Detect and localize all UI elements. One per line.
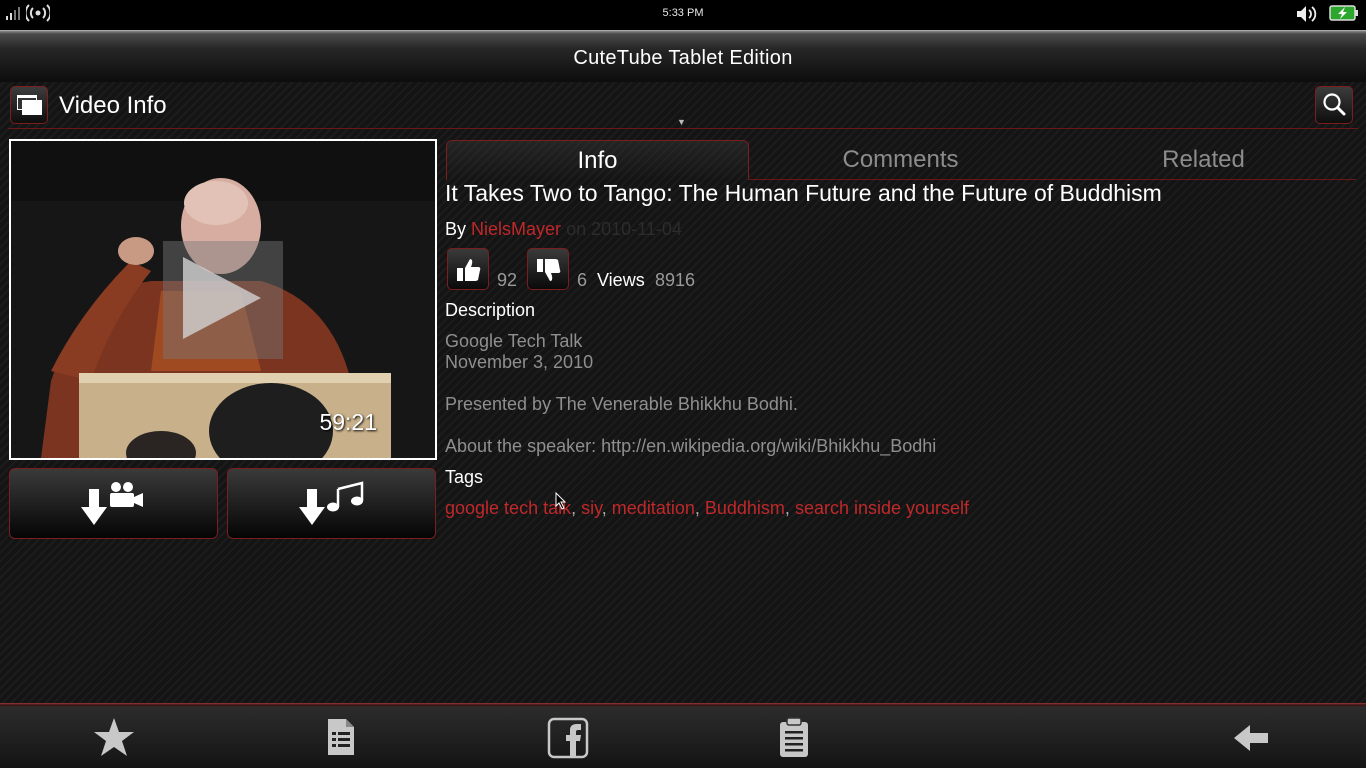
volume-icon[interactable] (1296, 5, 1318, 23)
tag-link[interactable]: google tech talk (445, 498, 571, 518)
tag-list: google tech talk, siy, meditation, Buddh… (445, 498, 970, 518)
windows-icon (17, 95, 42, 115)
search-icon (1323, 93, 1346, 116)
description-line: Presented by The Venerable Bhikkhu Bodhi… (445, 394, 798, 414)
download-video-button[interactable] (9, 468, 218, 539)
search-button[interactable] (1315, 86, 1353, 124)
author-link[interactable]: NielsMayer (471, 219, 561, 239)
description-line: Google Tech Talk (445, 331, 583, 351)
battery-icon (1329, 5, 1358, 21)
thumbs-up-icon (457, 259, 481, 281)
description-line: About the speaker: http://en.wikipedia.o… (445, 436, 937, 456)
dislike-button[interactable] (527, 248, 569, 290)
like-count: 92 (497, 270, 518, 290)
app-title-bar: CuteTube Tablet Edition (0, 30, 1366, 82)
description-line: November 3, 2010 (445, 352, 594, 372)
thumbs-down-icon (537, 259, 561, 281)
clock: 5:33 PM (662, 7, 704, 19)
download-audio-button[interactable] (227, 468, 436, 539)
description-heading: Description (445, 300, 536, 320)
description-text: Google Tech Talk November 3, 2010 Presen… (445, 331, 936, 457)
star-icon[interactable] (92, 717, 136, 759)
tag-link[interactable]: siy (581, 498, 602, 518)
description-line (445, 415, 936, 436)
windows-button[interactable] (10, 86, 48, 124)
page-title: Video Info (59, 92, 167, 119)
like-button[interactable] (447, 248, 489, 290)
tag-link[interactable]: search inside yourself (795, 498, 969, 518)
upload-date: on 2010-11-04 (566, 219, 682, 239)
download-video-icon (81, 482, 143, 525)
byline: By NielsMayer on 2010-11-04 (445, 219, 682, 240)
tag-link[interactable]: meditation (612, 498, 695, 518)
tab-related[interactable]: Related (1052, 140, 1355, 180)
bottom-toolbar (0, 703, 1366, 768)
clipboard-icon[interactable] (778, 717, 810, 759)
dislike-count: 6 (577, 270, 588, 290)
tab-comments[interactable]: Comments (749, 140, 1052, 180)
download-audio-icon (299, 481, 364, 525)
chevron-down-icon[interactable]: ▼ (677, 118, 686, 127)
tags-heading: Tags (445, 467, 484, 487)
back-arrow-icon[interactable] (1232, 723, 1270, 753)
mouse-cursor-icon (555, 492, 567, 510)
facebook-icon[interactable] (547, 717, 589, 759)
views-count: 8916 (655, 270, 696, 290)
description-line (445, 373, 936, 394)
header-divider (8, 128, 1358, 129)
by-label: By (445, 219, 467, 239)
page-header: Video Info ▼ (0, 82, 1366, 130)
video-duration: 59:21 (319, 409, 377, 435)
video-title: It Takes Two to Tango: The Human Future … (445, 180, 1162, 206)
document-icon[interactable] (326, 717, 356, 757)
tab-info[interactable]: Info (446, 140, 749, 180)
tag-link[interactable]: Buddhism (705, 498, 785, 518)
app-title: CuteTube Tablet Edition (573, 47, 793, 69)
views-label: Views (597, 270, 645, 290)
status-bar: 5:33 PM (0, 0, 1366, 30)
video-thumbnail[interactable]: 59:21 (9, 139, 437, 460)
tab-bar: Info Comments Related (446, 140, 1356, 180)
